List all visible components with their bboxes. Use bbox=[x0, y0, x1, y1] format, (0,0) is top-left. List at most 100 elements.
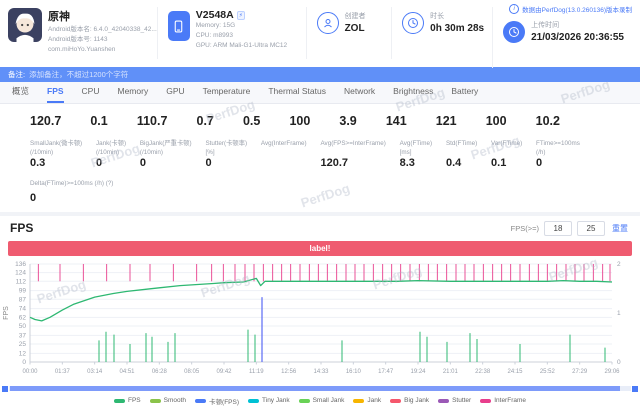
tab-thermal-status[interactable]: Thermal Status bbox=[268, 82, 326, 103]
legend-label: Jank bbox=[367, 397, 381, 404]
device-cpu: CPU: m8993 bbox=[196, 31, 287, 41]
tab-overview[interactable]: 概览 bbox=[12, 82, 29, 103]
person-icon bbox=[317, 12, 339, 34]
duration-info: 时长 0h 30m 28s bbox=[391, 7, 492, 59]
svg-text:99: 99 bbox=[19, 287, 27, 294]
creator-value: ZOL bbox=[345, 23, 366, 34]
delta-ftime-stat: Delta(FTime)>=100ms (/h) (?) 0 bbox=[0, 169, 640, 212]
legend-item-tiny-jank[interactable]: Tiny Jank bbox=[248, 396, 290, 406]
svg-text:22:38: 22:38 bbox=[475, 369, 491, 375]
scrollbar-right-handle[interactable] bbox=[632, 386, 638, 392]
clock-glyph bbox=[407, 17, 419, 29]
person-glyph bbox=[322, 17, 334, 29]
svg-text:09:42: 09:42 bbox=[216, 369, 232, 375]
svg-text:25:52: 25:52 bbox=[540, 369, 556, 375]
tab-network[interactable]: Network bbox=[344, 82, 375, 103]
fps-threshold-high-input[interactable] bbox=[577, 221, 605, 236]
svg-text:27:29: 27:29 bbox=[572, 369, 588, 375]
legend-item-smooth[interactable]: Smooth bbox=[150, 396, 186, 406]
svg-text:12:56: 12:56 bbox=[281, 369, 297, 375]
stat-ftime-ge-100ms: FTime>=100ms(/h) 0 bbox=[536, 140, 580, 169]
stat-std-ftime: Std(FTime) 0.4 bbox=[446, 140, 477, 169]
svg-text:12: 12 bbox=[19, 350, 27, 357]
stat-jank: Jank(卡顿)(/10min) 0 bbox=[96, 140, 126, 169]
creator-info: 创建者 ZOL bbox=[306, 7, 392, 59]
top-stat: 0.5 bbox=[243, 114, 260, 128]
svg-text:19:24: 19:24 bbox=[410, 369, 426, 375]
legend-marker-icon bbox=[480, 399, 491, 403]
stat-bigjank: BigJank(严重卡顿)(/10min) 0 bbox=[140, 140, 192, 169]
svg-text:136: 136 bbox=[15, 261, 26, 268]
svg-text:06:28: 06:28 bbox=[152, 369, 168, 375]
delta-ftime-label: Delta(FTime)>=100ms (/h) bbox=[30, 180, 104, 187]
tab-gpu[interactable]: GPU bbox=[166, 82, 184, 103]
recorder-note-text: 数据由PerfDog(13.0.260136)版本录制 bbox=[522, 4, 632, 14]
svg-text:1: 1 bbox=[617, 310, 621, 317]
legend-marker-icon bbox=[195, 399, 206, 403]
legend-marker-icon bbox=[390, 399, 401, 403]
legend-item-stutter[interactable]: Stutter bbox=[438, 396, 471, 406]
note-label: 备注: bbox=[8, 67, 25, 82]
scrollbar-left-handle[interactable] bbox=[2, 386, 8, 392]
upload-clock-icon bbox=[503, 21, 525, 43]
stat-smalljank: SmallJank(微卡顿)(/10min) 0.3 bbox=[30, 140, 82, 169]
chart-scrollbar[interactable] bbox=[2, 386, 638, 392]
fps-threshold-low-input[interactable] bbox=[544, 221, 572, 236]
tab-battery[interactable]: Battery bbox=[451, 82, 478, 103]
help-icon[interactable]: (?) bbox=[106, 180, 114, 187]
legend-marker-icon bbox=[248, 399, 259, 403]
top-stats-row: 120.7 0.1 110.7 0.7 0.5 100 3.9 141 121 … bbox=[0, 112, 640, 128]
scrollbar-thumb[interactable] bbox=[10, 386, 620, 391]
jank-stats-row: SmallJank(微卡顿)(/10min) 0.3 Jank(卡顿)(/10m… bbox=[0, 128, 640, 169]
stat-avg-fps-ge-interframe: Avg(FPS>=InterFrame) 120.7 bbox=[320, 140, 385, 169]
duration-value: 0h 30m 28s bbox=[430, 23, 484, 34]
app-info: 原神 Android版本名: 6.4.0_42040338_42... Andr… bbox=[8, 7, 157, 54]
svg-text:29:06: 29:06 bbox=[604, 369, 620, 375]
legend-item--fps-[interactable]: 卡顿(FPS) bbox=[195, 396, 239, 406]
svg-text:0: 0 bbox=[22, 359, 26, 366]
stat-avg-ftime: Avg(FTime)[ms] 8.3 bbox=[400, 140, 433, 169]
app-name: 原神 bbox=[48, 8, 157, 24]
scrollbar-track[interactable] bbox=[9, 386, 631, 391]
top-stat: 100 bbox=[289, 114, 310, 128]
tab-cpu[interactable]: CPU bbox=[82, 82, 100, 103]
legend-item-small-jank[interactable]: Small Jank bbox=[299, 396, 345, 406]
legend-marker-icon bbox=[353, 399, 364, 403]
svg-text:74: 74 bbox=[19, 305, 27, 312]
svg-text:87: 87 bbox=[19, 296, 27, 303]
duration-label: 时长 bbox=[430, 11, 484, 21]
delta-ftime-value: 0 bbox=[30, 192, 640, 204]
svg-text:04:51: 04:51 bbox=[119, 369, 135, 375]
app-version-code: Android版本号: 1143 bbox=[48, 35, 157, 45]
device-model-row: V2548A ⚡ bbox=[196, 9, 287, 21]
legend-label: 卡顿(FPS) bbox=[209, 396, 239, 406]
svg-text:37: 37 bbox=[19, 332, 27, 339]
fps-chart[interactable]: 0122537506274879911212413601200:0001:370… bbox=[0, 258, 640, 384]
legend-label: Smooth bbox=[164, 397, 186, 404]
app-package: com.miHoYo.Yuanshen bbox=[48, 45, 157, 55]
legend-item-jank[interactable]: Jank bbox=[353, 396, 381, 406]
legend-item-big-jank[interactable]: Big Jank bbox=[390, 396, 429, 406]
alert-banner: label! bbox=[8, 241, 632, 256]
legend-label: InterFrame bbox=[494, 397, 526, 404]
tab-temperature[interactable]: Temperature bbox=[203, 82, 251, 103]
svg-text:112: 112 bbox=[16, 278, 27, 285]
stats-section: 120.7 0.1 110.7 0.7 0.5 100 3.9 141 121 … bbox=[0, 104, 640, 212]
tab-fps[interactable]: FPS bbox=[47, 82, 64, 103]
reset-button[interactable]: 重置 bbox=[610, 223, 630, 234]
legend-item-fps[interactable]: FPS bbox=[114, 396, 141, 406]
fps-panel: FPS FPS(>=) 重置 label! 012253750627487991… bbox=[0, 216, 640, 406]
tab-brightness[interactable]: Brightness bbox=[393, 82, 433, 103]
svg-text:62: 62 bbox=[19, 314, 27, 321]
legend-marker-icon bbox=[150, 399, 161, 403]
upload-time-value: 21/03/2026 20:36:55 bbox=[531, 32, 624, 43]
report-header: 原神 Android版本名: 6.4.0_42040338_42... Andr… bbox=[0, 0, 640, 67]
legend-item-interframe[interactable]: InterFrame bbox=[480, 396, 526, 406]
device-model: V2548A bbox=[196, 9, 234, 21]
svg-text:00:00: 00:00 bbox=[22, 369, 38, 375]
note-bar[interactable]: 备注: 添加备注，不超过1200个字符 bbox=[0, 67, 640, 82]
tab-memory[interactable]: Memory bbox=[118, 82, 149, 103]
info-icon: i bbox=[509, 4, 519, 14]
svg-text:124: 124 bbox=[15, 269, 26, 276]
legend-marker-icon bbox=[114, 399, 125, 403]
